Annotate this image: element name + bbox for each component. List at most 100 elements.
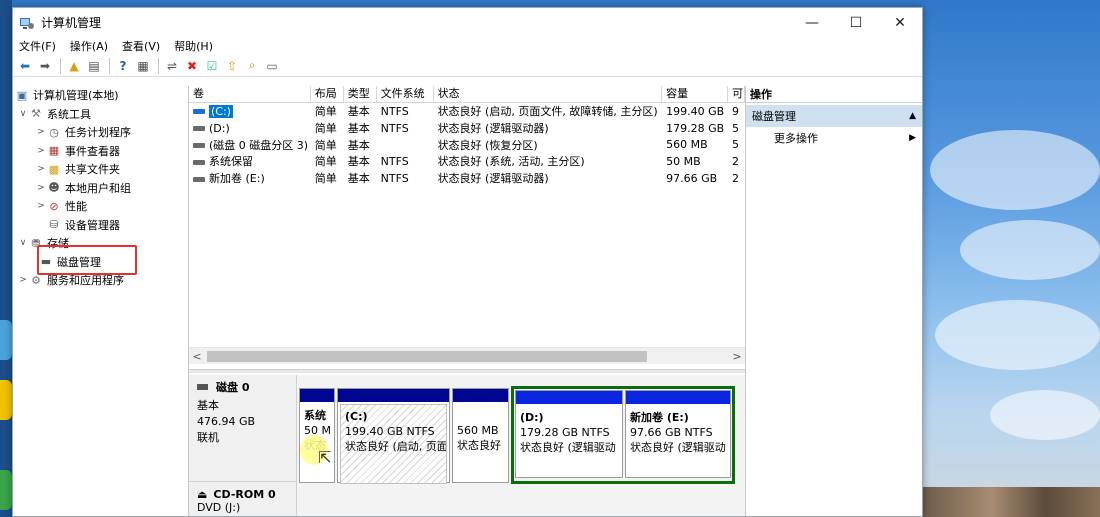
collapse-triangle-icon[interactable]: ▲ [909,111,916,121]
tree-item-event-viewer[interactable]: > ▦ 事件查看器 [13,142,188,161]
actions-pane: 操作 磁盘管理 ▲ 更多操作 ▶ [746,86,922,516]
tree-item-label: 事件查看器 [65,144,120,158]
partition-d[interactable]: (D:) 179.28 GB NTFS 状态良好 (逻辑驱动 [515,390,623,478]
chevron-right-icon[interactable]: > [35,183,47,193]
table-row[interactable]: (D:) 简单 基本 NTFS 状态良好 (逻辑驱动器) 179.28 GB 5 [189,120,745,137]
table-row[interactable]: 新加卷 (E:) 简单 基本 NTFS 状态良好 (逻辑驱动器) 97.66 G… [189,170,745,187]
wallpaper-cloud [930,130,1100,210]
check-icon[interactable]: ☑ [203,57,221,75]
tree-item-label: 系统工具 [47,107,91,121]
help-icon[interactable]: ? [114,57,132,75]
partition-c[interactable]: (C:) 199.40 GB NTFS 状态良好 (启动, 页面 [337,388,450,484]
chevron-down-icon[interactable]: ∨ [17,238,29,248]
pane-splitter[interactable] [189,369,745,373]
scroll-right-icon[interactable]: > [729,350,745,363]
capacity-cell: 50 MB [666,154,701,168]
table-row[interactable]: (磁盘 0 磁盘分区 3) 简单 基本 状态良好 (恢复分区) 560 MB 5 [189,136,745,153]
layout-cell: 简单 [314,122,337,136]
tree-item-local-users[interactable]: > ☻ 本地用户和组 [13,179,188,198]
tree-item-system-tools[interactable]: ∨ ⚒ 系统工具 [13,105,188,124]
disk-0-title: 磁盘 0 [197,379,296,395]
menu-view[interactable]: 查看(V) [122,38,160,54]
column-header-free[interactable]: 可 [728,86,746,102]
mouse-cursor-icon: ⇱ [318,448,332,467]
tree-item-shared-folders[interactable]: > ▩ 共享文件夹 [13,160,188,179]
column-header-filesystem[interactable]: 文件系统 [377,86,434,102]
tree-item-device-manager[interactable]: ⛁ 设备管理器 [13,216,188,235]
column-header-layout[interactable]: 布局 [311,86,344,102]
tree-item-label: 任务计划程序 [65,126,131,140]
menu-action[interactable]: 操作(A) [70,38,108,54]
show-hide-tree-icon[interactable]: ▤ [85,57,103,75]
tree-item-label: 设备管理器 [65,218,120,232]
connect-icon[interactable]: ⇌ [163,57,181,75]
status-cell: 状态良好 (恢复分区) [437,138,538,152]
partition-bar [453,389,508,402]
column-header-volume[interactable]: 卷 [189,86,311,102]
layout-cell: 简单 [314,155,337,169]
disk-status: 联机 [197,431,219,444]
chevron-right-icon[interactable]: > [35,201,47,211]
scrollbar-thumb[interactable] [207,350,647,362]
capacity-cell: 560 MB [666,138,708,152]
tree-item-task-scheduler[interactable]: > ◷ 任务计划程序 [13,123,188,142]
cdrom-icon: ⏏ [197,488,208,501]
back-arrow-icon[interactable]: ⬅ [16,57,34,75]
partition-status: 状态良好 (逻辑驱动 [630,441,726,454]
properties-view-icon[interactable]: ▦ [134,57,152,75]
tree-item-performance[interactable]: > ⊘ 性能 [13,197,188,216]
status-cell: 状态良好 (逻辑驱动器) [437,122,549,136]
column-header-status[interactable]: 状态 [434,86,663,102]
chevron-right-icon[interactable]: > [17,275,29,285]
tree-item-computer-management[interactable]: ▣ 计算机管理(本地) [13,86,188,105]
minimize-button[interactable]: — [790,8,834,37]
up-folder-icon[interactable]: ▲ [65,57,83,75]
actions-header: 操作 [746,86,922,103]
export-icon[interactable]: ⇧ [223,57,241,75]
disk-0-label[interactable]: 磁盘 0 基本 476.94 GB 联机 [189,375,297,481]
disk-name: 磁盘 0 [216,381,250,394]
console-icon[interactable]: ▭ [263,57,281,75]
disk-size: 476.94 GB [197,415,256,428]
partition-body: (C:) 199.40 GB NTFS 状态良好 (启动, 页面 [340,404,447,484]
status-cell: 状态良好 (启动, 页面文件, 故障转储, 主分区) [437,105,658,119]
volume-name: (C:) [209,104,233,118]
partition-size: 97.66 GB NTFS [630,426,713,439]
partition-recovery[interactable]: 560 MB 状态良好 [452,388,509,483]
performance-icon: ⊘ [49,199,59,213]
menu-file[interactable]: 文件(F) [19,38,56,54]
cdrom-label[interactable]: ⏏ CD-ROM 0 DVD (J:) [189,481,297,516]
scroll-left-icon[interactable]: < [189,350,205,363]
chevron-right-icon[interactable]: > [35,127,47,137]
menu-help[interactable]: 帮助(H) [174,38,213,54]
chevron-right-icon[interactable]: > [35,146,47,156]
wallpaper-rocks [920,487,1100,517]
capacity-cell: 97.66 GB [666,171,718,185]
title-bar[interactable]: 计算机管理 — ☐ ✕ [13,8,922,37]
table-row[interactable]: 系统保留 简单 基本 NTFS 状态良好 (系统, 活动, 主分区) 50 MB… [189,153,745,170]
delete-icon[interactable]: ✖ [183,57,201,75]
partition-bar [626,391,730,404]
maximize-button[interactable]: ☐ [834,8,878,37]
partition-status: 状态良好 [457,439,501,452]
more-actions-item[interactable]: 更多操作 ▶ [746,127,922,149]
partition-text: (D:) 179.28 GB NTFS 状态良好 (逻辑驱动 [516,404,622,455]
chevron-down-icon[interactable]: ∨ [17,109,29,119]
column-header-capacity[interactable]: 容量 [662,86,729,102]
forward-arrow-icon[interactable]: ➡ [36,57,54,75]
wallpaper-cloud [990,390,1100,440]
table-row[interactable]: (C:) 简单 基本 NTFS 状态良好 (启动, 页面文件, 故障转储, 主分… [189,103,745,120]
tree-item-label: 本地用户和组 [65,181,131,195]
toolbar-separator [158,57,159,74]
partition-bar [338,389,449,402]
search-icon[interactable]: ⌕ [243,57,261,75]
column-header-type[interactable]: 类型 [344,86,377,102]
graphical-disk-view: 磁盘 0 基本 476.94 GB 联机 系统 50 M 状态 [189,375,745,516]
horizontal-scrollbar[interactable]: < > [189,347,745,364]
partition-e[interactable]: 新加卷 (E:) 97.66 GB NTFS 状态良好 (逻辑驱动 [625,390,731,478]
computer-management-icon [20,17,34,29]
close-button[interactable]: ✕ [878,8,922,37]
actions-section-disk-management[interactable]: 磁盘管理 ▲ [746,105,922,127]
layout-cell: 简单 [314,138,337,152]
chevron-right-icon[interactable]: > [35,164,47,174]
